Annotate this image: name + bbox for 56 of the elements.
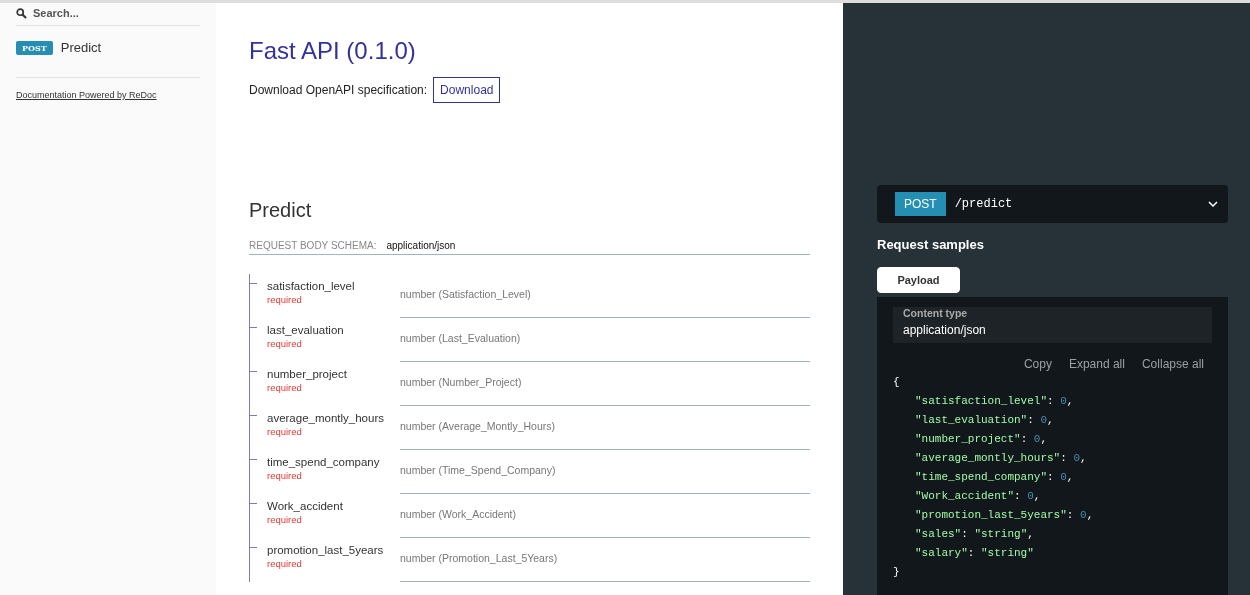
method-badge: POST xyxy=(16,40,53,55)
endpoint-bar[interactable]: POST /predict xyxy=(877,185,1228,223)
required-label: required xyxy=(267,294,303,305)
field-type: number (Last_Evaluation) xyxy=(400,332,521,344)
field-type: number (Time_Spend_Company) xyxy=(400,464,556,476)
download-label: Download OpenAPI specification: xyxy=(249,83,428,97)
code-line: "average_montly_hours": 0, xyxy=(914,451,1088,466)
field-name: average_montly_hours xyxy=(267,412,384,424)
code-brace: { xyxy=(893,375,901,390)
api-title: Fast API (0.1.0) xyxy=(249,37,417,65)
field-name: time_spend_company xyxy=(267,456,380,468)
operation-title: Predict xyxy=(249,199,313,222)
code-line: "time_spend_company": 0, xyxy=(914,470,1075,485)
field-name: satisfaction_level xyxy=(267,280,355,292)
search-icon xyxy=(16,7,27,19)
required-label: required xyxy=(267,426,303,437)
code-line: "sales": "string", xyxy=(914,527,1035,542)
field-type: number (Number_Project) xyxy=(400,376,522,388)
content-type-value: application/json xyxy=(903,323,987,337)
field-type: number (Average_Montly_Hours) xyxy=(400,420,556,432)
endpoint-path: /predict xyxy=(954,197,1014,211)
sidebar-item[interactable]: POST Predict xyxy=(16,36,200,59)
download-button[interactable]: Download xyxy=(433,77,501,103)
field-type: number (Work_Accident) xyxy=(400,508,516,520)
code-action-link[interactable]: Copy xyxy=(1023,357,1052,371)
code-action-link[interactable]: Expand all xyxy=(1068,357,1125,371)
schema-label: REQUEST BODY SCHEMA: xyxy=(249,240,377,251)
code-line: "salary": "string" xyxy=(914,546,1035,561)
required-label: required xyxy=(267,338,303,349)
required-label: required xyxy=(267,470,303,481)
code-line: "Work_accident": 0, xyxy=(914,489,1042,504)
required-label: required xyxy=(267,558,303,569)
field-name: promotion_last_5years xyxy=(267,544,384,556)
field-type: number (Satisfaction_Level) xyxy=(400,288,531,300)
powered-by-link[interactable]: Documentation Powered by ReDoc xyxy=(16,90,157,100)
code-brace: } xyxy=(893,565,901,580)
content-type-select[interactable]: Content type application/json xyxy=(893,307,1212,343)
code-line: "promotion_last_5years": 0, xyxy=(914,508,1095,523)
code-action-link[interactable]: Collapse all xyxy=(1141,357,1204,371)
schema-type: application/json xyxy=(386,240,456,251)
field-name: Work_accident xyxy=(267,500,343,512)
sidebar-item-label: Predict xyxy=(60,40,102,55)
method-badge: POST xyxy=(895,192,946,216)
required-label: required xyxy=(267,514,303,525)
samples-title: Request samples xyxy=(877,237,985,252)
code-line: "satisfaction_level": 0, xyxy=(914,394,1075,409)
field-type: number (Promotion_Last_5Years) xyxy=(400,552,558,564)
code-line: "last_evaluation": 0, xyxy=(914,413,1055,428)
chevron-down-icon xyxy=(1208,201,1218,207)
required-label: required xyxy=(267,382,303,393)
field-name: number_project xyxy=(267,368,347,380)
content-type-label: Content type xyxy=(903,307,969,319)
search-field[interactable]: Search... xyxy=(33,7,193,19)
code-line: "number_project": 0, xyxy=(914,432,1049,447)
payload-tab[interactable]: Payload xyxy=(877,267,960,293)
field-name: last_evaluation xyxy=(267,324,344,336)
